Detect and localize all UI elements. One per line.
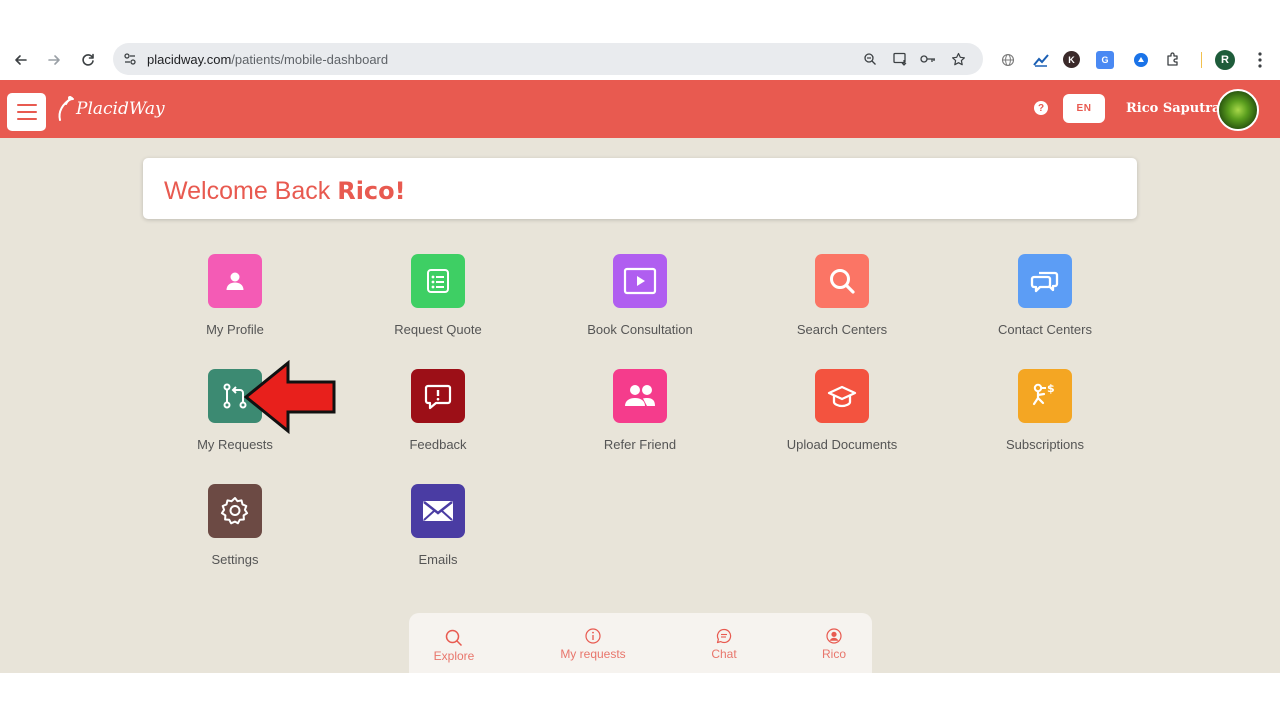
zoom-icon[interactable]: [861, 50, 879, 68]
app-header: PlacidWay ? EN Rico Saputra: [0, 80, 1280, 138]
reload-icon[interactable]: [77, 49, 99, 71]
tile-label: Request Quote: [394, 322, 482, 337]
avatar[interactable]: [1217, 89, 1259, 131]
toolbar-divider: [1201, 52, 1202, 68]
user-icon: [208, 254, 262, 308]
info-icon: [584, 627, 602, 645]
tile-settings[interactable]: Settings: [145, 484, 325, 584]
tile-label: Refer Friend: [603, 437, 677, 452]
tile-subscriptions[interactable]: $ Subscriptions: [955, 369, 1135, 469]
forward-arrow-icon[interactable]: [43, 49, 65, 71]
red-arrow-annotation: [244, 360, 336, 434]
tile-search-centers[interactable]: Search Centers: [752, 254, 932, 354]
bottom-nav-label: My requests: [560, 647, 626, 661]
address-bar[interactable]: placidway.com/patients/mobile-dashboard: [113, 43, 983, 75]
tile-label: Book Consultation: [587, 322, 693, 337]
bookmark-star-icon[interactable]: [949, 50, 967, 68]
gear-icon: [208, 484, 262, 538]
welcome-user-name: Rico!: [337, 177, 406, 205]
tile-book-consultation[interactable]: Book Consultation: [550, 254, 730, 354]
globe-extension-icon[interactable]: [998, 50, 1018, 70]
tile-contact-centers[interactable]: Contact Centers: [955, 254, 1135, 354]
url-path: /patients/mobile-dashboard: [231, 52, 389, 67]
install-app-icon[interactable]: [891, 50, 909, 68]
list-icon: [411, 254, 465, 308]
svg-text:$: $: [1047, 382, 1055, 395]
tile-my-profile[interactable]: My Profile: [145, 254, 325, 354]
tile-label: Contact Centers: [998, 322, 1092, 337]
users-icon: [613, 369, 667, 423]
arrow-circle-extension-icon[interactable]: [1131, 50, 1151, 70]
profile-avatar-icon[interactable]: R: [1215, 50, 1235, 70]
tile-label: Feedback: [409, 437, 467, 452]
k-extension-icon[interactable]: K: [1063, 51, 1080, 68]
tile-label: Upload Documents: [786, 437, 898, 452]
subscriptions-icon: $: [1018, 369, 1072, 423]
tile-refer-friend[interactable]: Refer Friend: [550, 369, 730, 469]
bottom-nav-label: Rico: [821, 647, 846, 661]
graduation-cap-icon: [815, 369, 869, 423]
kebab-menu-icon[interactable]: [1250, 50, 1270, 70]
tile-request-quote[interactable]: Request Quote: [348, 254, 528, 354]
tile-emails[interactable]: Emails: [348, 484, 528, 584]
bottom-nav-label: Chat: [711, 647, 737, 661]
feedback-icon: [411, 369, 465, 423]
translate-extension-icon[interactable]: G: [1096, 51, 1114, 69]
play-icon: [613, 254, 667, 308]
chart-extension-icon[interactable]: [1031, 50, 1051, 70]
logo-mark-icon: [58, 96, 74, 121]
placidway-logo[interactable]: PlacidWay: [56, 94, 165, 124]
mail-icon: [411, 484, 465, 538]
tile-label: Settings: [211, 552, 259, 567]
site-info-icon[interactable]: [121, 50, 139, 68]
chat-icon: [715, 627, 733, 645]
tile-label: Subscriptions: [1005, 437, 1085, 452]
menu-bar: [16, 111, 37, 113]
tile-label: My Profile: [206, 322, 264, 337]
dashboard-content: Welcome Back Rico! My Profile Request Qu…: [0, 138, 1280, 675]
tile-label: Emails: [418, 552, 458, 567]
tile-label: My Requests: [197, 437, 273, 452]
logo-text: PlacidWay: [76, 99, 165, 119]
bottom-nav-explore[interactable]: Explore: [423, 613, 485, 673]
back-arrow-icon[interactable]: [10, 49, 32, 71]
page-bottom-margin: [0, 673, 1280, 720]
hamburger-menu-button[interactable]: [7, 93, 46, 131]
bottom-nav-my-requests[interactable]: My requests: [549, 613, 637, 673]
tile-feedback[interactable]: Feedback: [348, 369, 528, 469]
user-circle-icon: [825, 627, 843, 645]
browser-toolbar: placidway.com/patients/mobile-dashboard …: [0, 40, 1280, 80]
bottom-nav-chat[interactable]: Chat: [699, 613, 749, 673]
bottom-navigation: Explore My requests Chat Rico: [409, 613, 872, 675]
bottom-nav-label: Explore: [433, 649, 475, 663]
bottom-nav-profile[interactable]: Rico: [809, 613, 859, 673]
language-button[interactable]: EN: [1063, 94, 1105, 123]
tile-label: Search Centers: [796, 322, 888, 337]
chat-icon: [1018, 254, 1072, 308]
key-icon[interactable]: [919, 50, 937, 68]
user-name[interactable]: Rico Saputra: [1126, 101, 1221, 116]
puzzle-extensions-icon[interactable]: [1163, 50, 1183, 70]
welcome-prefix: Welcome Back: [164, 177, 338, 205]
search-icon: [815, 254, 869, 308]
menu-bar: [16, 118, 37, 120]
welcome-card: Welcome Back Rico!: [143, 158, 1137, 219]
menu-bar: [16, 104, 37, 106]
url-text[interactable]: placidway.com/patients/mobile-dashboard: [147, 52, 388, 67]
help-icon[interactable]: ?: [1034, 101, 1048, 115]
url-host: placidway.com: [147, 52, 232, 67]
welcome-heading: Welcome Back Rico!: [164, 177, 406, 206]
search-icon: [445, 629, 463, 647]
tile-upload-documents[interactable]: Upload Documents: [752, 369, 932, 469]
